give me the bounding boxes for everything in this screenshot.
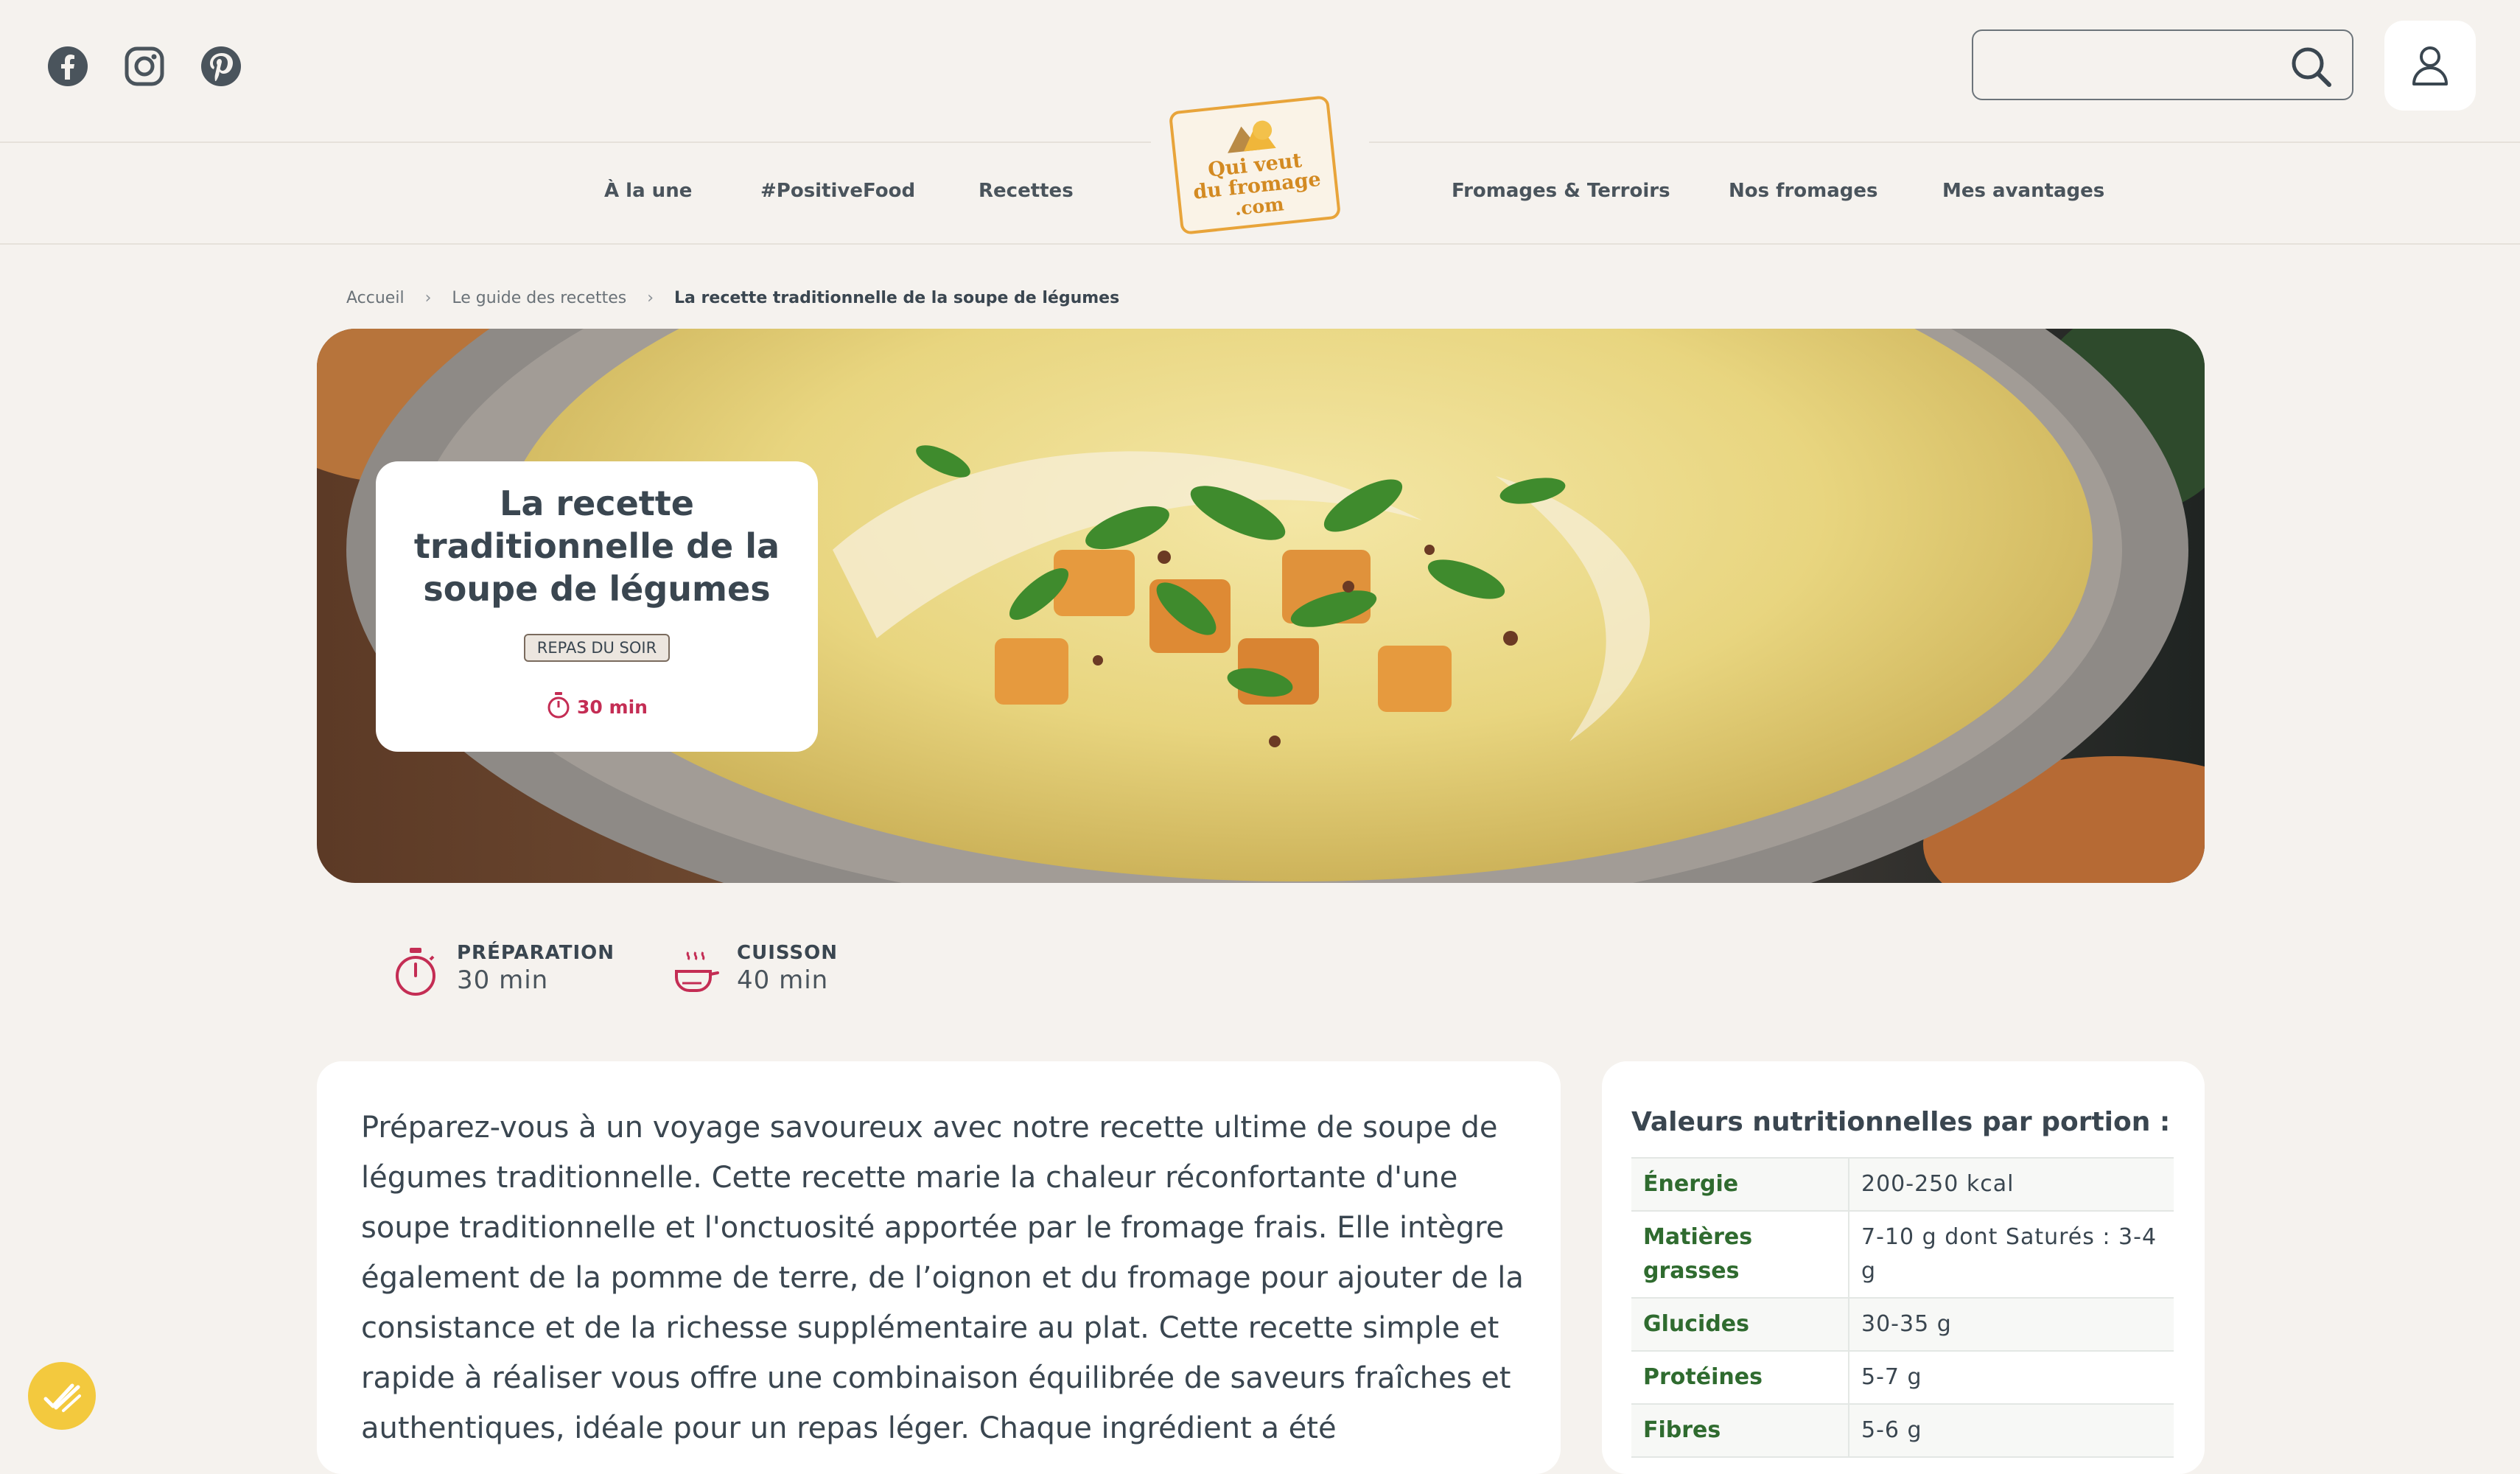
nutrient-name: Matières grasses	[1631, 1211, 1849, 1299]
nav-item-positivefood[interactable]: #PositiveFood	[760, 180, 915, 202]
recipe-duration: 30 min	[376, 691, 818, 719]
nutrient-name: Glucides	[1631, 1298, 1849, 1352]
nutrient-name: Fibres	[1631, 1404, 1849, 1458]
cook-time-label: CUISSON	[737, 942, 839, 964]
prep-time: PRÉPARATION 30 min	[392, 940, 615, 998]
pinterest-icon[interactable]	[199, 44, 243, 88]
user-icon	[2412, 46, 2448, 85]
nutrition-card: Valeurs nutritionnelles par portion : Én…	[1602, 1061, 2205, 1474]
page-title: La recette traditionnelle de la soupe de…	[413, 483, 780, 609]
nav-item-a-la-une[interactable]: À la une	[604, 180, 692, 202]
nav-item-recettes[interactable]: Recettes	[979, 180, 1074, 202]
chevron-right-icon: ›	[647, 289, 654, 307]
nav-item-mes-avantages[interactable]: Mes avantages	[1942, 180, 2104, 202]
nutrient-name: Protéines	[1631, 1351, 1849, 1405]
table-row: Fibres 5-6 g	[1631, 1404, 2174, 1458]
nutrient-value: 5-7 g	[1849, 1351, 2174, 1405]
recipe-duration-value: 30 min	[577, 696, 648, 718]
table-row: Énergie 200-250 kcal	[1631, 1158, 2174, 1212]
cheese-icon	[1228, 120, 1276, 153]
nutrient-name: Énergie	[1631, 1158, 1849, 1212]
nutrient-value: 5-6 g	[1849, 1404, 2174, 1458]
breadcrumb-recipes-guide[interactable]: Le guide des recettes	[452, 289, 626, 307]
recipe-intro-card: Préparez-vous à un voyage savoureux avec…	[317, 1061, 1561, 1474]
nutrition-title: Valeurs nutritionnelles par portion :	[1631, 1107, 2171, 1137]
stopwatch-icon	[547, 692, 570, 719]
account-button[interactable]	[2384, 21, 2476, 111]
facebook-icon[interactable]	[46, 44, 90, 88]
nutrient-value: 7-10 g dont Saturés : 3-4 g	[1849, 1211, 2174, 1299]
category-tag[interactable]: REPAS DU SOIR	[524, 634, 670, 662]
cook-time: CUISSON 40 min	[672, 940, 838, 998]
search-icon[interactable]	[2289, 44, 2333, 88]
consent-badge-button[interactable]	[28, 1362, 96, 1430]
stopwatch-icon	[396, 948, 435, 996]
logo-badge: Qui veut du fromage .com	[1168, 95, 1342, 235]
breadcrumb: Accueil › Le guide des recettes › La rec…	[346, 289, 1119, 307]
search-box[interactable]	[1972, 29, 2353, 100]
recipe-title-card: La recette traditionnelle de la soupe de…	[376, 461, 818, 752]
double-check-icon	[43, 1383, 81, 1412]
instagram-icon[interactable]	[122, 44, 167, 88]
prep-time-label: PRÉPARATION	[457, 942, 615, 964]
nav-item-nos-fromages[interactable]: Nos fromages	[1729, 180, 1878, 202]
cooking-pot-icon	[675, 951, 719, 992]
nutrient-value: 30-35 g	[1849, 1298, 2174, 1352]
social-links	[46, 44, 243, 88]
site-logo[interactable]: Qui veut du fromage .com	[1151, 81, 1369, 243]
nutrient-value: 200-250 kcal	[1849, 1158, 2174, 1212]
chevron-right-icon: ›	[424, 289, 432, 307]
table-row: Matières grasses 7-10 g dont Saturés : 3-…	[1631, 1211, 2174, 1299]
cook-time-value: 40 min	[737, 965, 829, 995]
breadcrumb-current: La recette traditionnelle de la soupe de…	[674, 289, 1120, 307]
recipe-intro-text: Préparez-vous à un voyage savoureux avec…	[361, 1111, 1524, 1445]
search-input[interactable]	[1988, 38, 2286, 93]
nutrition-table: Énergie 200-250 kcal Matières grasses 7-10…	[1631, 1157, 2174, 1458]
prep-time-value: 30 min	[457, 965, 549, 995]
nav-item-fromages-terroirs[interactable]: Fromages & Terroirs	[1452, 180, 1670, 202]
breadcrumb-home[interactable]: Accueil	[346, 289, 405, 307]
table-row: Glucides 30-35 g	[1631, 1298, 2174, 1352]
table-row: Protéines 5-7 g	[1631, 1351, 2174, 1405]
